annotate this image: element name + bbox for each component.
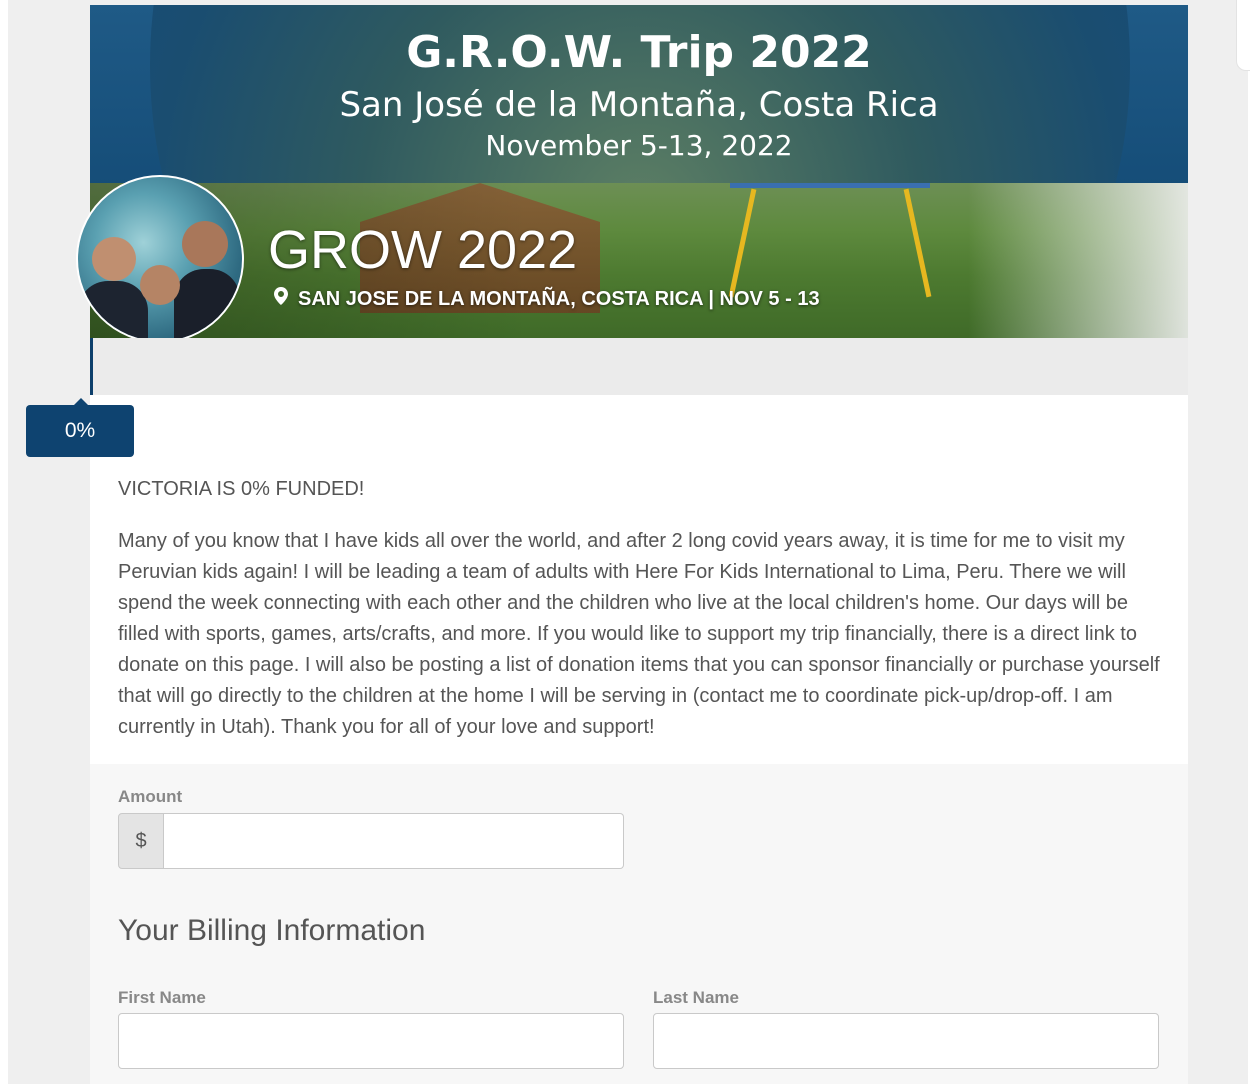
banner-dates: November 5-13, 2022: [485, 129, 793, 162]
progress-marker: [90, 338, 93, 395]
avatar: [76, 175, 244, 343]
campaign-banner: G.R.O.W. Trip 2022 San José de la Montañ…: [90, 5, 1188, 338]
banner-title: G.R.O.W. Trip 2022: [406, 27, 872, 78]
campaign-location-text: SAN JOSE DE LA MONTAÑA, COSTA RICA | NOV…: [298, 288, 820, 310]
campaign-story: Many of you know that I have kids all ov…: [118, 530, 1160, 738]
banner-fade: [90, 183, 1188, 338]
first-name-field[interactable]: [118, 1013, 624, 1069]
campaign-title: GROW 2022: [268, 220, 578, 280]
funded-status: VICTORIA IS 0% FUNDED!: [118, 478, 365, 500]
billing-section-title: Your Billing Information: [118, 914, 426, 947]
banner-subtitle: San José de la Montaña, Costa Rica: [339, 85, 939, 125]
amount-label: Amount: [118, 787, 183, 806]
last-name-label: Last Name: [653, 988, 739, 1007]
first-name-label: First Name: [118, 988, 206, 1007]
progress-bar: [90, 338, 1188, 395]
currency-addon: $: [118, 813, 164, 869]
map-pin-icon: [274, 287, 288, 311]
last-name-field[interactable]: [653, 1013, 1159, 1069]
amount-input[interactable]: [164, 813, 624, 869]
side-panel-edge: [1236, 0, 1250, 71]
percent-funded-badge: 0%: [26, 398, 134, 457]
campaign-location: SAN JOSE DE LA MONTAÑA, COSTA RICA | NOV…: [274, 287, 820, 311]
amount-field-group: $: [118, 813, 624, 869]
